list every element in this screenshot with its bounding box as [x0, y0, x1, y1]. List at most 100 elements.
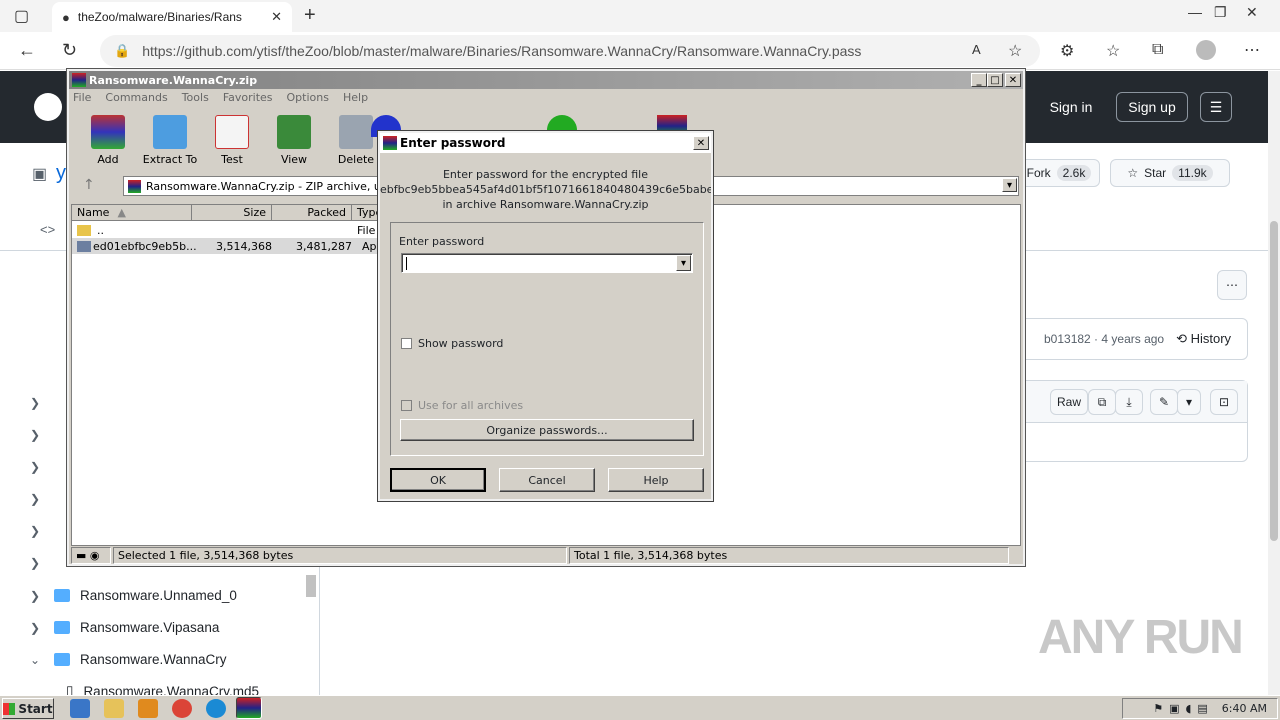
col-packed[interactable]: Packed: [272, 205, 352, 221]
tree-item-f[interactable]: ❯: [30, 556, 44, 570]
edit-dropdown-icon[interactable]: ▾: [1177, 389, 1201, 415]
ok-button[interactable]: OK: [390, 468, 486, 492]
download-icon[interactable]: ⤓: [1115, 389, 1143, 415]
cancel-button[interactable]: Cancel: [499, 468, 595, 492]
menu-help[interactable]: Help: [343, 91, 368, 104]
winrar-taskbar-icon[interactable]: [236, 697, 262, 719]
commit-info[interactable]: b013182 · 4 years ago: [1044, 332, 1164, 346]
read-aloud-icon[interactable]: A: [972, 42, 981, 57]
minimize-icon[interactable]: _: [971, 73, 987, 87]
add-favorite-icon[interactable]: ☆: [1008, 41, 1022, 61]
history-label: History: [1190, 331, 1232, 346]
col-size[interactable]: Size: [192, 205, 272, 221]
security-icon[interactable]: ▤: [1197, 702, 1207, 715]
chrome-icon[interactable]: [172, 699, 192, 718]
drive-icon[interactable]: ▬ ◉: [71, 547, 111, 564]
add-button[interactable]: Add: [77, 115, 139, 166]
tab-actions-icon[interactable]: ▢: [14, 6, 29, 26]
sign-up-button[interactable]: Sign up: [1116, 92, 1188, 122]
winrar-toolbar: Add Extract To Test View Delete: [77, 115, 387, 166]
sign-in-link[interactable]: Sign in: [1040, 93, 1102, 121]
network-icon[interactable]: ▣: [1169, 702, 1179, 715]
page-scrollbar[interactable]: [1268, 71, 1280, 695]
fork-button[interactable]: Fork 2.6k: [1018, 159, 1100, 187]
star-button[interactable]: ☆ Star 11.9k: [1110, 159, 1230, 187]
file-row-parent[interactable]: .. File: [72, 222, 382, 238]
organize-passwords-button[interactable]: Organize passwords...: [400, 419, 694, 441]
fork-label: Fork: [1026, 166, 1051, 180]
copy-icon[interactable]: ⧉: [1088, 389, 1116, 415]
tree-item-wannacry[interactable]: ⌄ Ransomware.WannaCry: [30, 652, 227, 667]
repo-owner-partial[interactable]: y: [56, 162, 66, 185]
browser-tab-bar: ▢ ● theZoo/malware/Binaries/Rans ✕ + — ❐…: [0, 0, 1280, 32]
edit-icon[interactable]: ✎: [1150, 389, 1178, 415]
menu-file[interactable]: File: [73, 91, 91, 104]
up-folder-icon[interactable]: ↑: [83, 177, 95, 193]
close-tab-icon[interactable]: ✕: [271, 9, 282, 25]
minimize-icon[interactable]: —: [1188, 4, 1202, 20]
winrar-titlebar: Ransomware.WannaCry.zip _ □ ✕: [69, 71, 1023, 89]
maximize-icon[interactable]: □: [987, 73, 1003, 87]
history-link[interactable]: ⟲ History: [1176, 331, 1231, 347]
col-name[interactable]: Name ▲: [72, 205, 192, 221]
tree-item-b[interactable]: ❯: [30, 428, 44, 442]
menu-favorites[interactable]: Favorites: [223, 91, 273, 104]
clock[interactable]: 6:40 AM: [1222, 702, 1267, 715]
extract-to-button[interactable]: Extract To: [139, 115, 201, 166]
close-icon[interactable]: ✕: [1005, 73, 1021, 87]
tree-item-label: Ransomware.Unnamed_0: [80, 588, 237, 603]
more-options-icon[interactable]: ⋯: [1217, 270, 1247, 300]
favorites-icon[interactable]: ☆: [1106, 41, 1120, 61]
restore-icon[interactable]: ❐: [1214, 4, 1227, 21]
ie-icon[interactable]: [70, 699, 90, 718]
close-window-icon[interactable]: ✕: [1246, 4, 1258, 21]
tree-item-c[interactable]: ❯: [30, 460, 44, 474]
menu-tools[interactable]: Tools: [182, 91, 209, 104]
password-input[interactable]: ▾: [401, 253, 693, 273]
start-button[interactable]: Start: [2, 698, 54, 719]
chevron-right-icon: ❯: [30, 556, 41, 570]
tree-item-e[interactable]: ❯: [30, 524, 44, 538]
code-tab-icon[interactable]: <>: [40, 222, 55, 237]
flag-icon[interactable]: ⚑: [1153, 702, 1163, 715]
test-button[interactable]: Test: [201, 115, 263, 166]
more-menu-icon[interactable]: ⋯: [1244, 40, 1260, 60]
password-history-dropdown-icon[interactable]: ▾: [676, 255, 691, 271]
path-dropdown-icon[interactable]: ▾: [1002, 178, 1017, 192]
new-tab-icon[interactable]: +: [304, 4, 316, 27]
edge-icon[interactable]: [206, 699, 226, 718]
tree-item-d[interactable]: ❯: [30, 492, 44, 506]
menu-options[interactable]: Options: [287, 91, 329, 104]
show-password-checkbox[interactable]: Show password: [401, 337, 503, 350]
menu-commands[interactable]: Commands: [105, 91, 167, 104]
view-button[interactable]: View: [263, 115, 325, 166]
add-icon: [91, 115, 125, 149]
anyrun-watermark: ANY RUN: [1038, 611, 1244, 664]
tree-item-a[interactable]: ❯: [30, 396, 44, 410]
tree-scrollbar[interactable]: [306, 575, 316, 597]
tree-item-vipasana[interactable]: ❯ Ransomware.Vipasana: [30, 620, 219, 635]
browser-tab[interactable]: ● theZoo/malware/Binaries/Rans ✕: [52, 2, 292, 32]
profile-avatar[interactable]: [1196, 40, 1216, 60]
test-icon: [215, 115, 249, 149]
refresh-icon[interactable]: ↻: [62, 40, 77, 61]
help-button[interactable]: Help: [608, 468, 704, 492]
back-icon[interactable]: ←: [18, 40, 36, 61]
winrar-menubar: File Commands Tools Favorites Options He…: [73, 91, 368, 104]
tree-item-unnamed[interactable]: ❯ Ransomware.Unnamed_0: [30, 588, 237, 603]
github-logo-icon[interactable]: [34, 93, 62, 121]
row-name: ..: [97, 223, 104, 237]
explorer-icon[interactable]: [104, 699, 124, 718]
file-row-selected[interactable]: ed01ebfbc9eb5b... 3,514,368 3,481,287 Ap…: [72, 238, 382, 254]
media-player-icon[interactable]: [138, 699, 158, 718]
volume-icon[interactable]: ◖: [1186, 702, 1192, 715]
collections-icon[interactable]: ⧉: [1152, 41, 1163, 59]
extensions-icon[interactable]: ⚙: [1060, 41, 1074, 61]
close-icon[interactable]: ✕: [693, 136, 709, 150]
menu-toggle-icon[interactable]: ☰: [1200, 92, 1232, 122]
raw-button[interactable]: Raw: [1050, 389, 1088, 415]
symbols-icon[interactable]: ⊡: [1210, 389, 1238, 415]
url-bar[interactable]: 🔒 https://github.com/ytisf/theZoo/blob/m…: [100, 35, 1040, 67]
url-text: https://github.com/ytisf/theZoo/blob/mas…: [142, 43, 862, 59]
use-for-all-archives-checkbox[interactable]: Use for all archives: [401, 399, 523, 412]
